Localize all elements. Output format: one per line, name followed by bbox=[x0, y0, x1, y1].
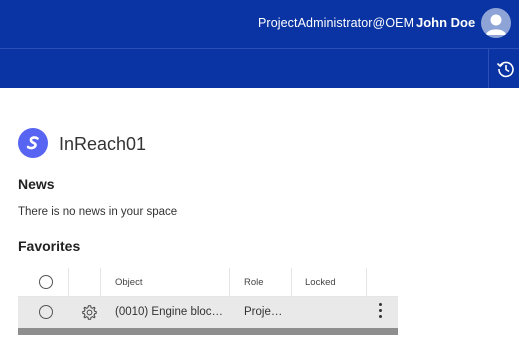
row-select-radio[interactable] bbox=[39, 305, 53, 319]
history-button[interactable] bbox=[496, 59, 516, 79]
user-avatar-icon bbox=[486, 14, 506, 35]
favorites-table: Object Role Locked (0010) Engine bloc… P… bbox=[18, 268, 398, 341]
column-header-role[interactable]: Role bbox=[244, 277, 264, 288]
user-name[interactable]: John Doe bbox=[416, 15, 475, 30]
news-empty-text: There is no news in your space bbox=[18, 206, 178, 218]
column-divider bbox=[68, 268, 69, 296]
row-menu-button[interactable] bbox=[376, 303, 384, 323]
favorites-heading: Favorites bbox=[18, 238, 81, 254]
column-divider bbox=[366, 268, 367, 296]
column-divider bbox=[100, 268, 101, 296]
gear-icon bbox=[82, 305, 97, 320]
row-object[interactable]: (0010) Engine bloc… bbox=[115, 306, 223, 318]
column-divider bbox=[291, 268, 292, 296]
toolbar bbox=[0, 48, 519, 88]
toolbar-divider bbox=[488, 49, 489, 88]
table-header: Object Role Locked bbox=[18, 268, 398, 297]
avatar[interactable] bbox=[481, 8, 511, 38]
column-header-object[interactable]: Object bbox=[115, 277, 142, 288]
top-bar: ProjectAdministrator@OEM John Doe bbox=[0, 0, 519, 48]
select-all-radio[interactable] bbox=[39, 275, 53, 289]
account-label: ProjectAdministrator@OEM bbox=[258, 16, 415, 30]
table-row[interactable]: (0010) Engine bloc… Proje… bbox=[18, 297, 398, 328]
space-title: InReach01 bbox=[59, 134, 147, 154]
news-heading: News bbox=[18, 176, 55, 192]
row-role: Proje… bbox=[244, 306, 283, 318]
space-logo-icon bbox=[18, 128, 48, 158]
history-icon bbox=[496, 61, 514, 78]
column-divider bbox=[229, 268, 230, 296]
column-header-locked[interactable]: Locked bbox=[305, 277, 336, 288]
horizontal-scrollbar[interactable] bbox=[18, 328, 398, 335]
